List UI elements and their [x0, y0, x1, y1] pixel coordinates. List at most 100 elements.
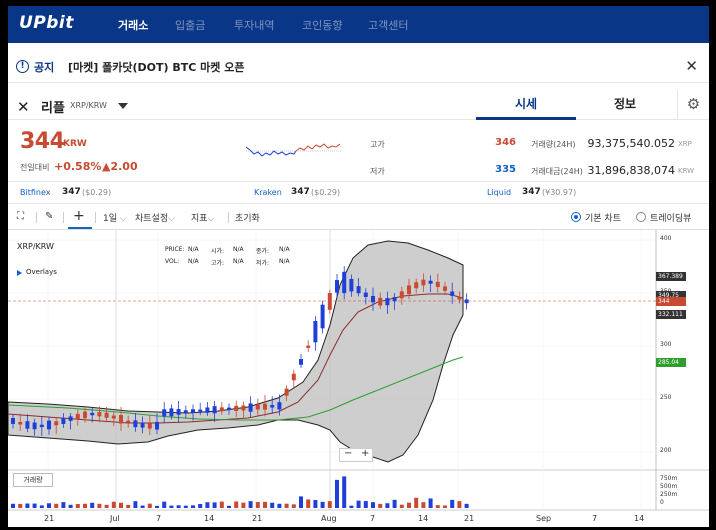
- candle: [219, 407, 224, 412]
- x-tick-label: Aug: [321, 514, 337, 523]
- volume-bar: [227, 505, 231, 508]
- volume-bar: [255, 502, 260, 508]
- candle: [162, 409, 167, 417]
- candle: [241, 405, 246, 411]
- volume-bar: [371, 502, 375, 508]
- candle: [111, 415, 116, 419]
- exchange-name-bitfinex[interactable]: Bitfinex: [20, 188, 50, 197]
- volume-bar: [270, 502, 275, 508]
- tradingview-radio[interactable]: [636, 212, 646, 222]
- basic-chart-radio[interactable]: [571, 212, 581, 222]
- volume-bar: [155, 505, 159, 508]
- overlays-toggle[interactable]: Overlays: [26, 268, 57, 276]
- nav-history[interactable]: 투자내역: [234, 17, 274, 33]
- volume-bar: [327, 501, 332, 508]
- price-chart[interactable]: XRP/KRW Overlays PRICE: N/A VOL: N/A 시가:…: [8, 230, 709, 527]
- candle: [385, 298, 390, 306]
- volume-bar: [428, 498, 433, 508]
- exchange-name-liquid[interactable]: Liquid: [487, 188, 511, 197]
- volume-tick-label: 250m: [660, 491, 678, 498]
- notice-text[interactable]: [마켓] 폴카닷(DOT) BTC 마켓 오픈: [68, 59, 244, 75]
- coin-name[interactable]: 리플: [41, 97, 65, 116]
- chart-settings-menu[interactable]: 차트설정⌵: [135, 211, 175, 224]
- upbit-logo[interactable]: UPbit: [19, 13, 74, 33]
- zoom-in-button[interactable]: +: [361, 448, 369, 459]
- volume-bar: [83, 503, 87, 508]
- price-unit: KRW: [63, 139, 87, 149]
- volume-bar: [212, 502, 217, 508]
- candle: [378, 297, 383, 306]
- basic-chart-label[interactable]: 기본 차트: [585, 211, 621, 224]
- ohlc-vol-label: VOL:: [165, 258, 180, 265]
- ohlc-vol: N/A: [188, 258, 199, 265]
- price-tag: 344: [656, 297, 686, 306]
- chevron-down-icon[interactable]: [118, 103, 128, 109]
- top-navigation: UPbit 거래소 입출금 투자내역 코인동향 고객센터: [8, 6, 709, 43]
- volume-bar: [191, 505, 195, 508]
- nav-exchange[interactable]: 거래소: [118, 17, 148, 33]
- volume-bar: [32, 503, 37, 508]
- nav-trends[interactable]: 코인동향: [302, 17, 342, 33]
- volume-bar: [169, 505, 174, 508]
- x-tick-label: 21: [464, 514, 475, 523]
- sparkline-chart: [246, 143, 342, 157]
- ohlc-high: N/A: [233, 258, 244, 265]
- xrp-logo-icon: ✕: [17, 98, 30, 116]
- nav-deposit[interactable]: 입출금: [175, 17, 205, 33]
- exchange-diff-liquid: (¥30.97): [542, 188, 577, 197]
- volume-bar: [385, 503, 390, 508]
- volume-bar: [47, 503, 51, 508]
- candle: [68, 416, 73, 421]
- candle: [299, 359, 303, 365]
- volume-unit: XRP: [678, 140, 692, 148]
- pencil-icon[interactable]: ✎: [45, 211, 53, 222]
- candle: [25, 421, 30, 429]
- expand-triangle-icon[interactable]: [17, 270, 22, 276]
- high-value: 346: [495, 137, 516, 148]
- tab-info[interactable]: 정보: [575, 90, 675, 120]
- change-label: 전일대비: [20, 163, 50, 172]
- coin-pair: XRP/KRW: [70, 101, 107, 110]
- tab-price[interactable]: 시세: [476, 90, 576, 120]
- volume-bar: [126, 504, 131, 508]
- crosshair-icon[interactable]: +: [73, 208, 85, 224]
- y-tick-label: 300: [660, 341, 672, 348]
- reset-button[interactable]: 초기화: [235, 211, 260, 224]
- zoom-out-button[interactable]: −: [344, 448, 352, 459]
- candle: [169, 408, 174, 417]
- notice-bar[interactable]: ! 공지 [마켓] 폴카닷(DOT) BTC 마켓 오픈 ✕: [8, 51, 709, 83]
- volume-bar: [320, 501, 325, 508]
- exchange-diff-bitfinex: ($0.29): [82, 188, 112, 197]
- candle: [443, 286, 447, 291]
- exchange-name-kraken[interactable]: Kraken: [254, 188, 282, 197]
- candle: [61, 418, 66, 424]
- candle: [126, 420, 131, 423]
- candle: [435, 281, 440, 288]
- volume-bar: [435, 505, 440, 508]
- indicators-menu[interactable]: 지표⌵: [191, 211, 214, 224]
- x-tick-label: Jul: [110, 514, 120, 523]
- nav-support[interactable]: 고객센터: [368, 17, 408, 33]
- volume-bar: [176, 505, 181, 508]
- fullscreen-icon[interactable]: ⛶: [17, 211, 24, 222]
- candle: [18, 421, 23, 425]
- exchange-diff-kraken: ($0.29): [311, 188, 341, 197]
- volume-bar: [378, 503, 383, 508]
- tradingview-label[interactable]: 트레이딩뷰: [650, 211, 691, 224]
- candlestick-chart[interactable]: [8, 230, 709, 527]
- candle: [263, 403, 267, 410]
- candle: [47, 420, 51, 430]
- volume-button[interactable]: 거래량: [13, 473, 53, 487]
- volume-bar: [414, 497, 419, 508]
- volume-bar: [299, 496, 303, 508]
- period-select[interactable]: 1일 ⌵: [103, 211, 127, 224]
- candle: [363, 292, 368, 297]
- volume-bar: [162, 501, 167, 508]
- trade-value-label: 거래대금(24H): [531, 167, 583, 176]
- close-icon[interactable]: ✕: [685, 57, 698, 75]
- gear-icon[interactable]: ⚙: [677, 90, 709, 120]
- x-tick-label: 14: [634, 514, 645, 523]
- candle: [392, 297, 397, 302]
- candle: [335, 280, 339, 293]
- candle: [212, 406, 217, 414]
